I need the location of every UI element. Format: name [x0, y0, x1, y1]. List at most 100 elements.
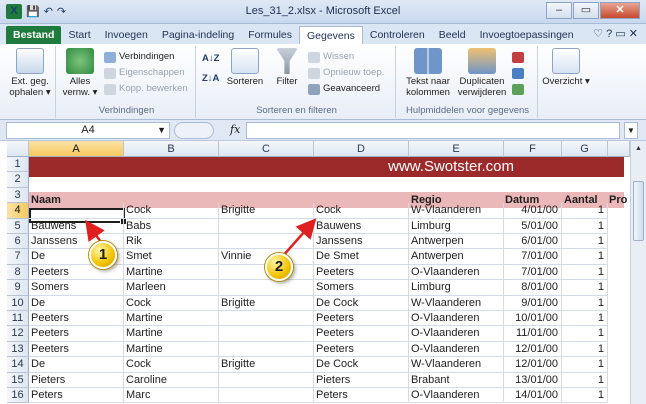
cell-g10[interactable]: 1: [562, 295, 608, 311]
cell-e15[interactable]: Brabant: [409, 372, 504, 388]
cell-g6[interactable]: 1: [562, 234, 608, 250]
tab-pagina-indeling[interactable]: Pagina-indeling: [155, 26, 241, 44]
cell-e5[interactable]: Limburg: [409, 218, 504, 234]
cell-c5[interactable]: [219, 218, 314, 234]
reapply-button[interactable]: Opnieuw toep.: [308, 66, 384, 80]
cell-b16[interactable]: Marc: [124, 388, 219, 404]
cell-f15[interactable]: 13/01/00: [504, 372, 562, 388]
column-header-b[interactable]: B: [124, 141, 219, 157]
cell-g13[interactable]: 1: [562, 341, 608, 358]
cell-b5[interactable]: Babs: [124, 218, 219, 234]
refresh-all-button[interactable]: Alles vernw. ▾: [60, 48, 100, 98]
tab-formules[interactable]: Formules: [241, 26, 299, 44]
cell-f13[interactable]: 12/01/00: [504, 341, 562, 358]
cell-d10[interactable]: De Cock: [314, 295, 409, 311]
row-header[interactable]: 7: [7, 249, 29, 265]
cell-b4[interactable]: Cock: [124, 203, 219, 219]
row-header[interactable]: 2: [7, 172, 29, 188]
minimize-button[interactable]: –: [546, 2, 572, 19]
text-to-columns-button[interactable]: Tekst naar kolommen: [402, 48, 454, 98]
tab-beeld[interactable]: Beeld: [432, 26, 473, 44]
cell-f9[interactable]: 8/01/00: [504, 280, 562, 296]
row-header[interactable]: 3: [7, 187, 29, 204]
tab-invoegtoepassingen[interactable]: Invoegtoepassingen: [473, 26, 581, 44]
data-validation-button[interactable]: [512, 50, 524, 64]
cell-e9[interactable]: Limburg: [409, 280, 504, 296]
tab-gegevens[interactable]: Gegevens: [299, 26, 363, 44]
cell-e4[interactable]: W-Vlaanderen: [409, 203, 504, 219]
row-header[interactable]: 14: [7, 357, 29, 373]
cell-d12[interactable]: Peeters: [314, 326, 409, 342]
cell-g4[interactable]: 1: [562, 203, 608, 219]
cell-e6[interactable]: Antwerpen: [409, 234, 504, 250]
cell-f5[interactable]: 5/01/00: [504, 218, 562, 234]
cell-c16[interactable]: [219, 388, 314, 404]
edit-links-button[interactable]: Kopp. bewerken: [104, 82, 188, 96]
clear-button[interactable]: Wissen: [308, 50, 354, 64]
cell-e11[interactable]: O-Vlaanderen: [409, 311, 504, 327]
cell-f4[interactable]: 4/01/00: [504, 203, 562, 219]
cell-g7[interactable]: 1: [562, 249, 608, 265]
row-header[interactable]: 4: [7, 203, 29, 219]
filter-button[interactable]: Filter: [270, 48, 304, 87]
cell-c4[interactable]: Brigitte: [219, 203, 314, 219]
cell-b14[interactable]: Cock: [124, 357, 219, 373]
vertical-scrollbar[interactable]: ▲: [630, 141, 646, 404]
cell-c14[interactable]: Brigitte: [219, 357, 314, 373]
row-header[interactable]: 8: [7, 264, 29, 281]
scroll-thumb[interactable]: [633, 181, 644, 241]
row-header[interactable]: 1: [7, 157, 29, 173]
cell-b15[interactable]: Caroline: [124, 372, 219, 388]
row-header[interactable]: 16: [7, 388, 29, 404]
help-controls[interactable]: ♡ ? ▭ ✕: [593, 27, 638, 40]
cell-e16[interactable]: O-Vlaanderen: [409, 388, 504, 404]
cell-e14[interactable]: W-Vlaanderen: [409, 357, 504, 373]
cell-c6[interactable]: [219, 234, 314, 250]
chevron-down-icon[interactable]: ▼: [157, 123, 166, 138]
cell-g12[interactable]: 1: [562, 326, 608, 342]
name-box[interactable]: A4 ▼: [6, 122, 170, 139]
cell-f8[interactable]: 7/01/00: [504, 264, 562, 281]
cell-g5[interactable]: 1: [562, 218, 608, 234]
cell-g9[interactable]: 1: [562, 280, 608, 296]
cell-a13[interactable]: Peeters: [29, 341, 124, 358]
consolidate-button[interactable]: [512, 66, 524, 80]
tab-bestand[interactable]: Bestand: [6, 26, 62, 44]
cell-b7[interactable]: Smet: [124, 249, 219, 265]
cell-d5[interactable]: Bauwens: [314, 218, 409, 234]
row-header[interactable]: 6: [7, 234, 29, 250]
cell-a16[interactable]: Peters: [29, 388, 124, 404]
row-header[interactable]: 5: [7, 218, 29, 234]
cell-b11[interactable]: Martine: [124, 311, 219, 327]
cell-a11[interactable]: Peeters: [29, 311, 124, 327]
cell-c9[interactable]: [219, 280, 314, 296]
row-header[interactable]: 9: [7, 280, 29, 296]
cell-e8[interactable]: O-Vlaanderen: [409, 264, 504, 281]
restore-button[interactable]: ▭: [573, 2, 599, 19]
row-header[interactable]: 11: [7, 311, 29, 327]
insert-function-icon[interactable]: fx: [230, 123, 240, 136]
cell-f12[interactable]: 11/01/00: [504, 326, 562, 342]
sort-az-button[interactable]: A↓Z: [202, 52, 219, 66]
cell-g16[interactable]: 1: [562, 388, 608, 404]
cell-c10[interactable]: Brigitte: [219, 295, 314, 311]
cell-d15[interactable]: Pieters: [314, 372, 409, 388]
cell-a15[interactable]: Pieters: [29, 372, 124, 388]
column-header-c[interactable]: C: [219, 141, 314, 157]
cell-a10[interactable]: De: [29, 295, 124, 311]
cell-f16[interactable]: 14/01/00: [504, 388, 562, 404]
cell-a12[interactable]: Peeters: [29, 326, 124, 342]
cell-f14[interactable]: 12/01/00: [504, 357, 562, 373]
cell-b12[interactable]: Martine: [124, 326, 219, 342]
cell-e13[interactable]: O-Vlaanderen: [409, 341, 504, 358]
cell-f10[interactable]: 9/01/00: [504, 295, 562, 311]
row-header[interactable]: 10: [7, 295, 29, 311]
cell-b13[interactable]: Martine: [124, 341, 219, 358]
cell-a5[interactable]: Bauwens: [29, 218, 124, 234]
cell-d13[interactable]: Peeters: [314, 341, 409, 358]
properties-button[interactable]: Eigenschappen: [104, 66, 185, 80]
cell-g14[interactable]: 1: [562, 357, 608, 373]
row-header[interactable]: 13: [7, 341, 29, 358]
cell-d7[interactable]: De Smet: [314, 249, 409, 265]
scroll-up-icon[interactable]: ▲: [633, 143, 644, 154]
